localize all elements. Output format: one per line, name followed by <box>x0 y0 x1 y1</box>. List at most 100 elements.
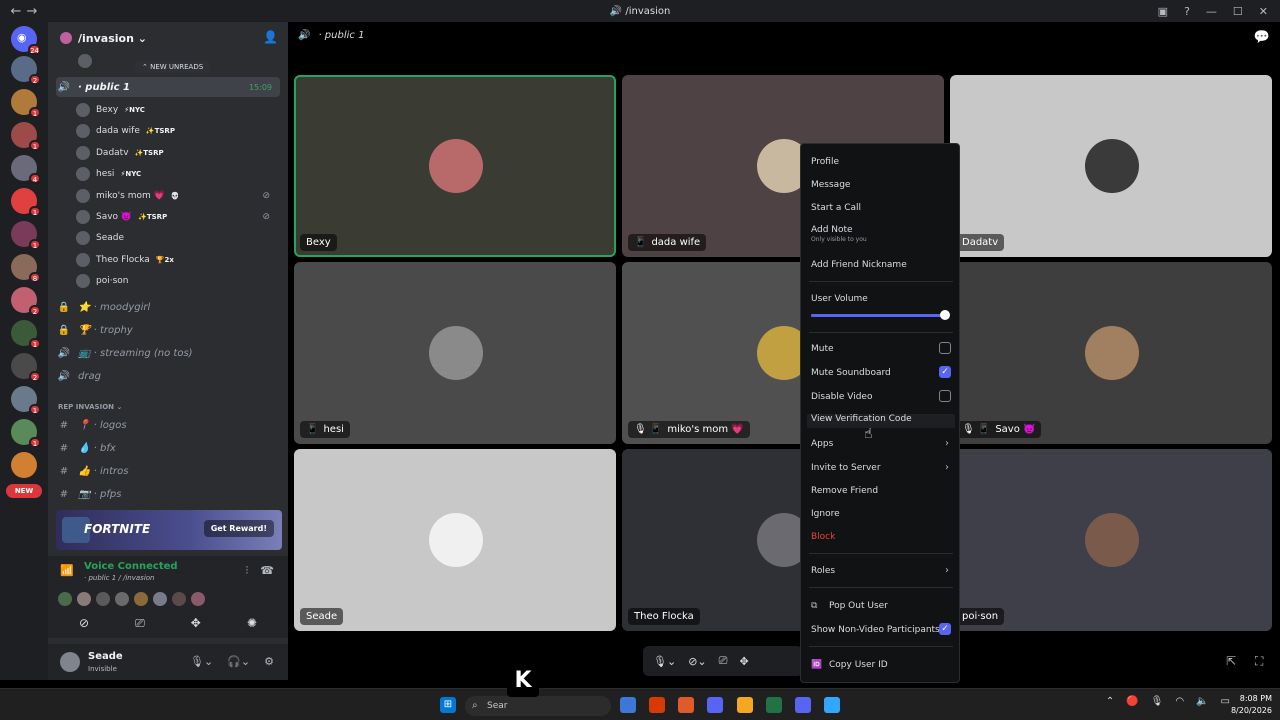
text-channel-item[interactable]: # 📷 · pfps <box>56 484 280 504</box>
voice-user[interactable]: Seade <box>76 228 280 248</box>
menu-mute[interactable]: Mute <box>811 342 951 354</box>
home-button[interactable]: ◉ 24 <box>11 26 41 55</box>
add-member-icon[interactable]: 👤 <box>263 30 278 44</box>
inbox-icon[interactable]: ▣ <box>1158 5 1168 18</box>
emoji-app-icon[interactable] <box>737 697 753 713</box>
menu-ignore[interactable]: Ignore <box>811 509 951 519</box>
channel-item[interactable]: 🔒 ⭐ · moodygirl <box>56 297 280 317</box>
new-badge[interactable]: NEW <box>6 484 42 498</box>
server-header[interactable]: /invasion ⌄ 👤 <box>48 22 288 54</box>
channel-item[interactable]: 🔊 drag <box>56 366 280 386</box>
channel-item[interactable]: 🔊 📺 · streaming (no tos) <box>56 343 280 363</box>
channel-item[interactable]: 🔒 🏆 · trophy <box>56 320 280 340</box>
menu-add-friend-nickname[interactable]: Add Friend Nickname <box>811 260 951 270</box>
menu-pop-out-user[interactable]: ⧉ Pop Out User <box>811 601 951 611</box>
voice-user[interactable]: poi·son <box>76 271 280 291</box>
video-tile[interactable]: Seade <box>294 449 616 631</box>
photoshop-icon[interactable] <box>824 697 840 713</box>
soundboard-icon[interactable]: ✺ <box>247 616 257 631</box>
excel-icon[interactable] <box>766 697 782 713</box>
volume-handle[interactable] <box>940 310 950 320</box>
menu-remove-friend[interactable]: Remove Friend <box>811 486 951 496</box>
participant-avatar[interactable] <box>115 592 129 606</box>
network-icon[interactable]: 🔴 <box>1126 696 1138 707</box>
clock[interactable]: 8:08 PM 8/20/2026 <box>1231 693 1272 717</box>
brave-icon[interactable] <box>678 697 694 713</box>
noise-suppression-icon[interactable]: ⫶ <box>246 564 249 578</box>
minimize-button[interactable]: — <box>1206 5 1217 18</box>
camera-toggle-icon[interactable]: ⊘⌄ <box>688 655 706 668</box>
username[interactable]: Seade <box>88 651 123 662</box>
taskbar-search[interactable]: ⌕ Sear <box>465 696 611 716</box>
participant-avatar[interactable] <box>134 592 148 606</box>
fullscreen-icon[interactable]: ⛶ <box>1255 654 1263 669</box>
menu-show-non-video[interactable]: Show Non-Video Participants ✓ <box>811 623 951 635</box>
voice-user[interactable]: Dadatv ✨TSRP <box>76 143 280 163</box>
server-icon-5[interactable]: 1 <box>11 188 41 217</box>
video-tile[interactable]: Dadatv <box>950 75 1272 257</box>
video-tile[interactable]: poi·son <box>950 449 1272 631</box>
gear-icon[interactable]: ⚙ <box>264 655 274 668</box>
signal-icon[interactable]: 📶 <box>60 564 74 577</box>
voice-user[interactable]: Bexy ⚡NYC <box>76 100 280 120</box>
menu-copy-user-id[interactable]: 🆔 Copy User ID <box>811 660 951 670</box>
video-tile[interactable]: 🎙 📱 Savo 👿 <box>950 262 1272 444</box>
discord-icon[interactable] <box>707 697 723 713</box>
voice-user[interactable]: Savo 👿 ✨TSRP ⊘ <box>76 207 280 227</box>
wifi-icon[interactable]: ◠ <box>1175 696 1184 707</box>
show-non-video-checkbox[interactable]: ✓ <box>939 623 951 635</box>
windows-start-icon[interactable]: ⊞ <box>440 697 456 713</box>
microphone-icon[interactable]: 🎙⌄ <box>190 655 213 668</box>
video-tile[interactable]: Bexy <box>294 75 616 257</box>
voice-status[interactable]: Voice Connected <box>84 561 178 572</box>
settings-icon[interactable] <box>795 697 811 713</box>
menu-mute-soundboard[interactable]: Mute Soundboard ✓ <box>811 366 951 378</box>
battery-icon[interactable]: ▭ <box>1221 696 1230 707</box>
close-button[interactable]: ✕ <box>1259 5 1268 18</box>
chat-icon[interactable]: 💬 <box>1254 30 1270 45</box>
activities-button[interactable]: ✥ <box>739 655 748 668</box>
pop-out-icon[interactable]: ⇱ <box>1226 654 1236 668</box>
voice-user[interactable]: Theo Flocka 🏆2x <box>76 250 280 270</box>
menu-add-note[interactable]: Add Note Only visible to you <box>811 225 951 243</box>
camera-off-icon[interactable]: ⊘ <box>79 616 89 631</box>
headphones-icon[interactable]: 🎧⌄ <box>227 655 250 668</box>
server-icon-8[interactable]: 2 <box>11 287 41 316</box>
menu-apps[interactable]: Apps › <box>811 438 951 449</box>
server-icon-10[interactable]: 2 <box>11 353 41 382</box>
participant-avatar[interactable] <box>172 592 186 606</box>
menu-message[interactable]: Message <box>811 180 951 190</box>
disable-video-checkbox[interactable] <box>939 390 951 402</box>
video-tile[interactable]: 📱 hesi <box>294 262 616 444</box>
menu-block[interactable]: Block <box>811 532 951 542</box>
server-icon-6[interactable]: 1 <box>11 221 41 250</box>
k-app-icon[interactable]: K <box>507 665 539 697</box>
mute-checkbox[interactable] <box>939 342 951 354</box>
category-rep-invasion[interactable]: REP INVASION ⌄ <box>58 403 122 411</box>
microphone-tray-icon[interactable]: 🎙 <box>1151 696 1164 707</box>
voice-user[interactable]: miko's mom 💗 💀 ⊘ <box>76 186 280 206</box>
user-volume-slider[interactable] <box>811 310 950 320</box>
get-reward-button[interactable]: Get Reward! <box>203 520 274 537</box>
server-icon-7[interactable]: 8 <box>11 254 41 283</box>
disconnect-icon[interactable]: ☎ <box>260 564 274 578</box>
screen-share-button[interactable]: ⎚ <box>719 654 728 668</box>
channel-public-1[interactable]: 🔊 · public 1 15:09 <box>56 77 280 97</box>
new-unreads-pill[interactable]: ⌃ NEW UNREADS <box>134 61 212 73</box>
avatar[interactable] <box>60 652 80 672</box>
maximize-button[interactable]: ☐ <box>1233 5 1243 18</box>
file-explorer-icon[interactable] <box>620 697 636 713</box>
menu-disable-video[interactable]: Disable Video <box>811 390 951 402</box>
server-icon-3[interactable]: 1 <box>11 122 41 151</box>
voice-location[interactable]: · public 1 / /invasion <box>84 574 154 582</box>
help-icon[interactable]: ? <box>1184 5 1190 18</box>
participant-avatar[interactable] <box>96 592 110 606</box>
participant-avatar[interactable] <box>58 592 72 606</box>
participant-avatar[interactable] <box>77 592 91 606</box>
fortnite-promo[interactable]: FORTNITE Get Reward! <box>56 510 282 550</box>
screen-share-icon[interactable]: ⎚ <box>135 616 145 631</box>
server-icon-4[interactable]: 4 <box>11 155 41 184</box>
server-icon-11[interactable]: 1 <box>11 386 41 415</box>
participant-avatar[interactable] <box>191 592 205 606</box>
chevron-up-icon[interactable]: ⌃ <box>1106 696 1114 707</box>
